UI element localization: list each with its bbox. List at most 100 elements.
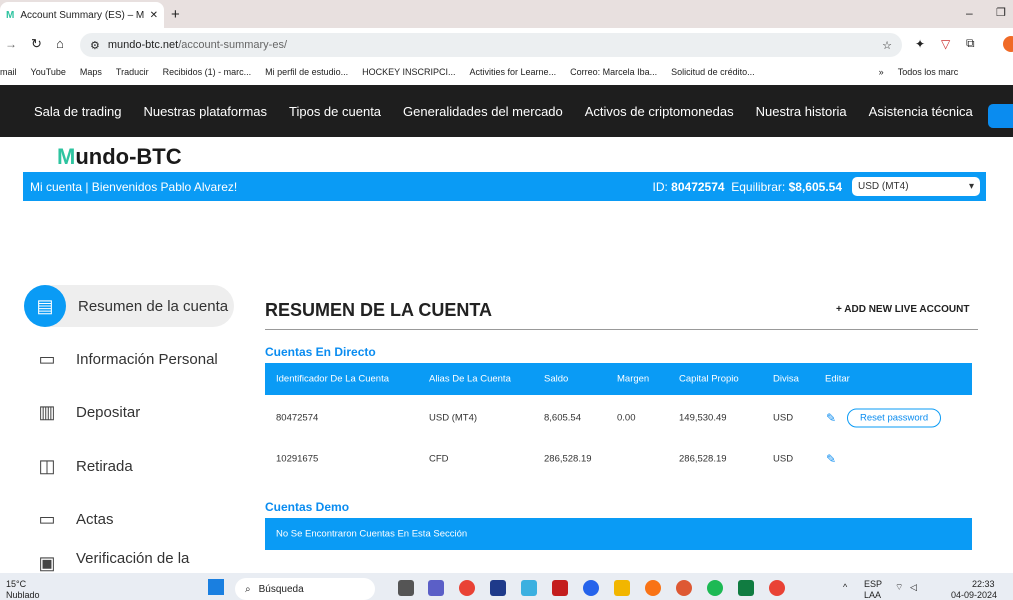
more-bookmarks-button[interactable]: » xyxy=(879,67,884,77)
volume-icon[interactable]: ◁ xyxy=(910,582,917,593)
keyboard-layout[interactable]: LAA xyxy=(864,590,881,600)
tab-title: Account Summary (ES) – Mundo xyxy=(20,10,143,21)
excel-icon[interactable] xyxy=(738,580,754,596)
sidebar-item-deposit[interactable]: ▥ Depositar xyxy=(24,391,234,433)
bookmark-star-icon[interactable]: ☆ xyxy=(882,39,892,52)
forward-icon[interactable]: → xyxy=(5,37,17,51)
logo[interactable]: Mundo-BTC xyxy=(57,144,182,170)
sidebar-label: Verificación de la xyxy=(76,550,189,567)
bookmark[interactable]: mail xyxy=(0,67,17,77)
wifi-icon[interactable]: ⌔ xyxy=(895,582,903,593)
sidebar-item-personal-info[interactable]: ▭Información Personal xyxy=(24,338,234,380)
extension-icon[interactable]: ✦ xyxy=(915,37,925,51)
home-icon[interactable]: ⌂ xyxy=(56,36,64,51)
column-header: Identificador De La Cuenta xyxy=(276,374,389,385)
minimize-button[interactable]: – xyxy=(966,6,973,20)
edit-icon[interactable]: ✎ xyxy=(826,411,836,425)
edit-icon[interactable]: ✎ xyxy=(826,452,836,466)
chrome-icon[interactable] xyxy=(459,580,475,596)
sidebar-label: Actas xyxy=(76,511,114,528)
nav-platforms[interactable]: Nuestras plataformas xyxy=(143,104,267,119)
bookmark-youtube[interactable]: YouTube xyxy=(31,67,66,77)
extensions-puzzle-icon[interactable]: ⧉ xyxy=(966,36,975,51)
taskbar-search[interactable]: ⌕ Búsqueda xyxy=(235,578,375,600)
weather-temp[interactable]: 15°C xyxy=(6,579,26,589)
all-bookmarks-folder[interactable]: Todos los marc xyxy=(898,67,959,77)
profile-avatar[interactable] xyxy=(1003,36,1013,52)
nav-trading-room[interactable]: Sala de trading xyxy=(34,104,121,119)
deposit-icon: ▥ xyxy=(30,399,64,425)
nav-cta-button[interactable] xyxy=(988,104,1013,128)
column-header: Capital Propio xyxy=(679,374,739,385)
sidebar-item-account-summary[interactable]: ▤ Resumen de la cuenta xyxy=(24,285,234,327)
add-live-account-button[interactable]: + ADD NEW LIVE ACCOUNT xyxy=(836,304,969,315)
welcome-text: Mi cuenta | Bienvenidos Pablo Alvarez! xyxy=(30,180,237,194)
app-l-icon[interactable] xyxy=(490,580,506,596)
search-icon: ⌕ xyxy=(245,584,251,595)
bookmark-maps[interactable]: Maps xyxy=(80,67,102,77)
demo-accounts-heading: Cuentas Demo xyxy=(265,500,349,514)
site-nav: Sala de trading Nuestras plataformas Tip… xyxy=(0,85,1013,137)
bookmark-outlook[interactable]: Correo: Marcela Iba... xyxy=(570,67,657,77)
taskview-icon[interactable] xyxy=(398,580,414,596)
reset-password-button[interactable]: Reset password xyxy=(847,409,941,428)
nav-account-types[interactable]: Tipos de cuenta xyxy=(289,104,381,119)
column-header: Saldo xyxy=(544,374,568,385)
new-tab-button[interactable]: + xyxy=(171,6,180,23)
file-explorer-icon[interactable] xyxy=(614,580,630,596)
mcafee-icon[interactable] xyxy=(552,580,568,596)
extension-icon[interactable]: ▽ xyxy=(941,37,950,51)
windows-start-icon[interactable] xyxy=(208,579,224,595)
equity: 149,530.49 xyxy=(679,413,727,424)
chrome-profile-icon[interactable] xyxy=(769,580,785,596)
bookmark[interactable]: Solicitud de crédito... xyxy=(671,67,755,77)
address-bar[interactable]: ⚙ mundo-btc.net/account-summary-es/ ☆ xyxy=(80,33,902,57)
weather-desc[interactable]: Nublado xyxy=(6,590,40,600)
balance: 286,528.19 xyxy=(544,454,592,465)
teams-icon[interactable] xyxy=(428,580,444,596)
sidebar-label: Depositar xyxy=(76,404,140,421)
margin: 0.00 xyxy=(617,413,636,424)
bookmark[interactable]: Activities for Learne... xyxy=(470,67,557,77)
bookmark-gmail[interactable]: Recibidos (1) - marc... xyxy=(163,67,252,77)
language-indicator[interactable]: ESP xyxy=(864,579,882,589)
close-tab-icon[interactable]: ✕ xyxy=(150,10,158,21)
firefox-icon[interactable] xyxy=(645,580,661,596)
chevron-up-icon[interactable]: ^ xyxy=(843,582,847,592)
table-row: 10291675 CFD 286,528.19 286,528.19 USD ✎ xyxy=(265,439,972,479)
reload-icon[interactable]: ↻ xyxy=(31,36,42,52)
sidebar-label: Retirada xyxy=(76,458,133,475)
account-id: 80472574 xyxy=(276,413,318,424)
sidebar-label: Información Personal xyxy=(76,351,218,368)
nav-history[interactable]: Nuestra historia xyxy=(756,104,847,119)
live-accounts-table-header: Identificador De La Cuenta Alias De La C… xyxy=(265,363,972,395)
spotify-icon[interactable] xyxy=(707,580,723,596)
clock-date[interactable]: 04-09-2024 xyxy=(951,590,997,600)
store-icon[interactable] xyxy=(521,580,537,596)
duckduckgo-icon[interactable] xyxy=(676,580,692,596)
sidebar-item-withdrawal[interactable]: ◫Retirada xyxy=(24,445,234,487)
nav-support[interactable]: Asistencia técnica xyxy=(869,104,973,119)
column-header: Margen xyxy=(617,374,649,385)
account-summary-icon: ▤ xyxy=(24,285,66,327)
caret-down-icon: ▾ xyxy=(969,181,974,192)
nav-crypto-assets[interactable]: Activos de criptomonedas xyxy=(585,104,734,119)
sidebar-item-transactions[interactable]: ▭Actas xyxy=(24,498,234,540)
bookmark-translate[interactable]: Traducir xyxy=(116,67,149,77)
app-icon[interactable] xyxy=(583,580,599,596)
browser-tab[interactable]: M Account Summary (ES) – Mundo ✕ xyxy=(0,2,164,28)
bookmark[interactable]: HOCKEY INSCRIPCI... xyxy=(362,67,455,77)
sidebar-label: Resumen de la cuenta xyxy=(78,298,228,315)
balance: 8,605.54 xyxy=(544,413,581,424)
currency-select-value: USD (MT4) xyxy=(858,181,909,192)
search-placeholder: Búsqueda xyxy=(259,584,304,595)
currency-select[interactable]: USD (MT4) ▾ xyxy=(852,177,980,196)
site-info-icon[interactable]: ⚙ xyxy=(90,39,100,52)
nav-market-overview[interactable]: Generalidades del mercado xyxy=(403,104,563,119)
clock-time[interactable]: 22:33 xyxy=(972,579,995,589)
sidebar-item-verification[interactable]: ▣Verificación de la xyxy=(24,550,234,574)
bookmark[interactable]: Mi perfil de estudio... xyxy=(265,67,348,77)
bookmarks-bar: mail YouTube Maps Traducir Recibidos (1)… xyxy=(0,60,1013,84)
account-alias: USD (MT4) xyxy=(429,413,477,424)
restore-button[interactable]: ❐ xyxy=(996,6,1006,19)
